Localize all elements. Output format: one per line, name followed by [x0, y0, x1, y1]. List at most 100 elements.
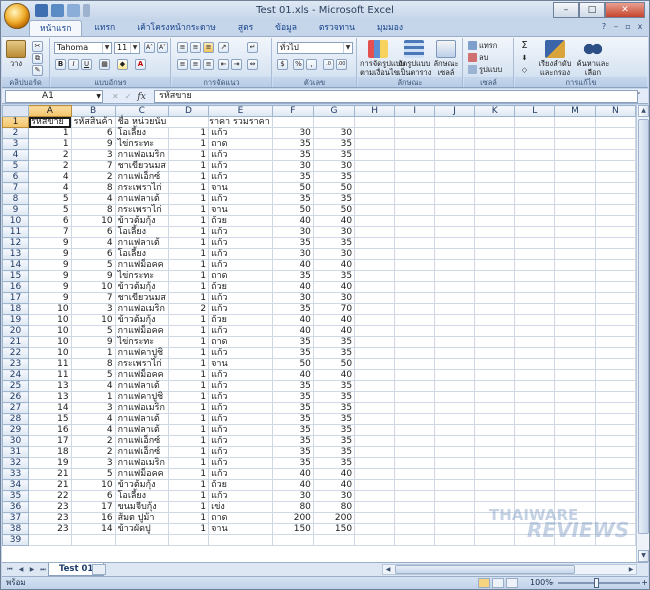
- cell-g[interactable]: 35: [312, 336, 356, 348]
- cell-g[interactable]: 40: [312, 314, 356, 326]
- cell-empty[interactable]: [354, 314, 396, 326]
- cell-d[interactable]: 1: [167, 446, 210, 458]
- cell-empty[interactable]: [394, 325, 436, 337]
- cell-empty[interactable]: [354, 303, 396, 315]
- font-size-select[interactable]: 11 ▼: [114, 42, 140, 54]
- cell-c[interactable]: กาแฟอเมริก: [114, 303, 169, 315]
- cell-b[interactable]: 17: [70, 501, 116, 513]
- cell-empty[interactable]: [514, 193, 556, 205]
- cell-empty[interactable]: [434, 127, 476, 139]
- cell-empty[interactable]: [474, 204, 516, 216]
- cell-d[interactable]: 1: [167, 160, 210, 172]
- cell-empty[interactable]: [474, 336, 516, 348]
- cell-g[interactable]: 35: [312, 237, 356, 249]
- cell-g[interactable]: 30: [312, 292, 356, 304]
- cell-a[interactable]: 14: [28, 402, 72, 414]
- cell-empty[interactable]: [354, 138, 396, 150]
- cell-empty[interactable]: [554, 424, 596, 436]
- cell-empty[interactable]: [594, 380, 636, 392]
- cell-a[interactable]: 10: [28, 314, 72, 326]
- page-break-view-icon[interactable]: [506, 578, 518, 588]
- cell-c[interactable]: กาแฟเอ็กซ์: [114, 446, 169, 458]
- delete-cells-button[interactable]: ลบ: [468, 52, 488, 64]
- cell-empty[interactable]: [514, 512, 556, 524]
- cell-f[interactable]: [271, 534, 314, 546]
- cell-a[interactable]: 9: [28, 270, 72, 282]
- cell-b[interactable]: 5: [70, 325, 116, 337]
- cell-empty[interactable]: [474, 193, 516, 205]
- cell-empty[interactable]: [354, 325, 396, 337]
- cell-b[interactable]: 2: [70, 435, 116, 447]
- cell-c[interactable]: กาแฟม็อคค: [114, 468, 169, 480]
- cell-b[interactable]: 5: [70, 369, 116, 381]
- cell-empty[interactable]: [514, 259, 556, 271]
- cell-c[interactable]: กาแฟม็อคค: [114, 259, 169, 271]
- cell-e[interactable]: แก้ว: [208, 391, 273, 403]
- cell-empty[interactable]: [434, 501, 476, 513]
- cell-empty[interactable]: [594, 182, 636, 194]
- cancel-icon[interactable]: ✕: [112, 92, 119, 101]
- cell-b[interactable]: 4: [70, 424, 116, 436]
- insert-function-button[interactable]: fx: [137, 92, 145, 102]
- cell-b[interactable]: 9: [70, 270, 116, 282]
- cell-g[interactable]: 35: [312, 391, 356, 403]
- cell-empty[interactable]: [434, 446, 476, 458]
- cell-c[interactable]: กาแฟอเมริก: [114, 457, 169, 469]
- cell-empty[interactable]: [474, 215, 516, 227]
- cell-empty[interactable]: [514, 391, 556, 403]
- cell-empty[interactable]: [394, 457, 436, 469]
- cell-empty[interactable]: [514, 490, 556, 502]
- cell-e[interactable]: ถาด: [208, 512, 273, 524]
- cell-empty[interactable]: [514, 380, 556, 392]
- cell-a[interactable]: 2: [28, 160, 72, 172]
- column-header-k[interactable]: K: [474, 105, 516, 117]
- workbook-close-button[interactable]: x: [635, 22, 645, 32]
- cell-b[interactable]: 8: [70, 182, 116, 194]
- cell-g[interactable]: 40: [312, 479, 356, 491]
- cell-g[interactable]: 30: [312, 490, 356, 502]
- horizontal-scroll-thumb[interactable]: [395, 565, 575, 574]
- cell-empty[interactable]: [474, 358, 516, 370]
- cell-empty[interactable]: [394, 490, 436, 502]
- row-header[interactable]: 5: [2, 160, 30, 172]
- shrink-font-button[interactable]: A˅: [157, 42, 168, 53]
- row-header[interactable]: 9: [2, 204, 30, 216]
- format-painter-icon[interactable]: ✎: [32, 65, 43, 76]
- zoom-slider[interactable]: – +: [550, 578, 648, 588]
- cell-g[interactable]: 80: [312, 501, 356, 513]
- cell-empty[interactable]: [554, 479, 596, 491]
- cell-f[interactable]: 150: [271, 523, 314, 535]
- cell-f[interactable]: 30: [271, 160, 314, 172]
- cell-empty[interactable]: [514, 523, 556, 535]
- cell-c[interactable]: กาแฟลาเต้: [114, 424, 169, 436]
- cell-b[interactable]: 10: [70, 479, 116, 491]
- cell-c[interactable]: กาแฟม็อคค: [114, 369, 169, 381]
- cell-c[interactable]: โอเลี้ยง: [114, 248, 169, 260]
- cell-empty[interactable]: [354, 281, 396, 293]
- cell-a[interactable]: 4: [28, 182, 72, 194]
- cell-e[interactable]: แก้ว: [208, 435, 273, 447]
- cell-f[interactable]: 40: [271, 325, 314, 337]
- cell-empty[interactable]: [554, 347, 596, 359]
- cell-e[interactable]: แก้ว: [208, 171, 273, 183]
- maximize-button[interactable]: □: [579, 2, 605, 18]
- row-header[interactable]: 30: [2, 435, 30, 447]
- cell-empty[interactable]: [394, 369, 436, 381]
- bold-button[interactable]: B: [55, 59, 66, 70]
- cell-e[interactable]: ถาด: [208, 336, 273, 348]
- cell-d[interactable]: 1: [167, 402, 210, 414]
- cell-e[interactable]: ถ้วย: [208, 281, 273, 293]
- align-right-icon[interactable]: ≡: [203, 59, 214, 70]
- cell-empty[interactable]: [354, 523, 396, 535]
- cell-empty[interactable]: [514, 160, 556, 172]
- cell-empty[interactable]: [554, 446, 596, 458]
- cell-empty[interactable]: [434, 402, 476, 414]
- cell-d[interactable]: 1: [167, 413, 210, 425]
- column-header-l[interactable]: L: [514, 105, 556, 117]
- cell-empty[interactable]: [434, 138, 476, 150]
- cell-empty[interactable]: [514, 314, 556, 326]
- row-header[interactable]: 3: [2, 138, 30, 150]
- cell-empty[interactable]: [514, 413, 556, 425]
- cell-a[interactable]: 13: [28, 391, 72, 403]
- cell-empty[interactable]: [474, 490, 516, 502]
